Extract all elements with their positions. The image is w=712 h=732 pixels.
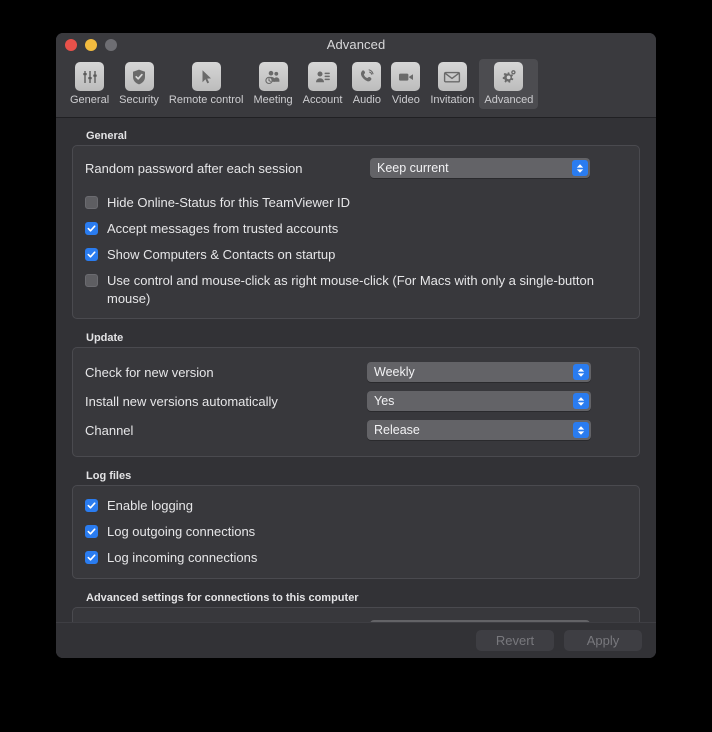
toolbar-label-general: General: [70, 94, 110, 106]
toolbar-label-invitation: Invitation: [430, 94, 475, 106]
toolbar-item-video[interactable]: Video: [386, 59, 425, 109]
row-check-new-version: Check for new version Weekly: [85, 360, 627, 384]
window-titlebar: Advanced: [56, 33, 656, 56]
phone-handset-icon: [352, 62, 382, 91]
checkbox-row-accept-messages[interactable]: Accept messages from trusted accounts: [85, 220, 627, 238]
select-check-new-version-value: Weekly: [374, 365, 415, 379]
toolbar-item-meeting[interactable]: Meeting: [248, 59, 297, 109]
label-check-new-version: Check for new version: [85, 364, 214, 380]
group-update: Update Check for new version Weekly Inst…: [72, 332, 640, 457]
contact-card-icon: [308, 62, 337, 91]
toolbar-item-security[interactable]: Security: [114, 59, 164, 109]
checkbox-label-log-incoming: Log incoming connections: [107, 550, 258, 565]
stepper-icon[interactable]: [573, 422, 589, 438]
toolbar-item-advanced[interactable]: Advanced: [479, 59, 539, 109]
checkbox-label-hide-online-status: Hide Online-Status for this TeamViewer I…: [107, 195, 351, 210]
select-random-password[interactable]: Keep current: [370, 158, 590, 178]
group-box-update: Check for new version Weekly Install new…: [72, 347, 640, 457]
checkbox-row-log-incoming[interactable]: Log incoming connections: [85, 549, 627, 567]
checkbox-label-control-mouse-click: Use control and mouse-click as right mou…: [107, 273, 594, 306]
toolbar-item-account[interactable]: Account: [298, 59, 348, 109]
toolbar-label-account: Account: [302, 94, 343, 106]
checkbox-label-log-outgoing: Log outgoing connections: [107, 524, 256, 539]
cursor-arrow-icon: [191, 62, 221, 91]
row-install-automatically: Install new versions automatically Yes: [85, 389, 627, 413]
row-channel: Channel Release: [85, 418, 627, 442]
toolbar-item-general[interactable]: General: [65, 59, 114, 109]
window-title: Advanced: [326, 37, 386, 52]
toolbar-item-remote-control[interactable]: Remote control: [164, 59, 249, 109]
video-camera-icon: [391, 62, 421, 91]
checkbox-control-mouse-click[interactable]: [85, 274, 98, 287]
preferences-toolbar: General Security Remote control Meeting …: [56, 56, 656, 118]
checkbox-row-show-computers-contacts[interactable]: Show Computers & Contacts on startup: [85, 246, 627, 264]
checkbox-row-control-mouse-click[interactable]: Use control and mouse-click as right mou…: [85, 272, 627, 308]
checkbox-log-incoming[interactable]: [85, 551, 98, 564]
checkbox-label-enable-logging: Enable logging: [107, 498, 194, 513]
row-random-password: Random password after each session Keep …: [85, 156, 627, 180]
traffic-light-group: [65, 39, 117, 51]
checkbox-accept-messages[interactable]: [85, 222, 98, 235]
select-random-password-value: Keep current: [377, 161, 449, 175]
stepper-icon[interactable]: [573, 393, 589, 409]
select-channel-value: Release: [374, 423, 420, 437]
group-label-log-files: Log files: [86, 470, 132, 482]
select-install-automatically[interactable]: Yes: [367, 391, 591, 411]
group-log-files: Log files Enable logging Log outgoing co…: [72, 470, 640, 579]
toolbar-label-video: Video: [391, 94, 420, 106]
label-random-password: Random password after each session: [85, 160, 303, 176]
select-channel[interactable]: Release: [367, 420, 591, 440]
checkbox-row-hide-online-status[interactable]: Hide Online-Status for this TeamViewer I…: [85, 194, 627, 212]
select-install-automatically-value: Yes: [374, 394, 395, 408]
label-install-automatically: Install new versions automatically: [85, 393, 278, 409]
checkbox-log-outgoing[interactable]: [85, 525, 98, 538]
group-box-log-files: Enable logging Log outgoing connections …: [72, 485, 640, 579]
checkbox-hide-online-status[interactable]: [85, 196, 98, 209]
toolbar-item-audio[interactable]: Audio: [347, 59, 386, 109]
preferences-content: General Random password after each sessi…: [56, 118, 656, 658]
footer-button-bar: Revert Apply: [56, 622, 656, 658]
group-box-general: Random password after each session Keep …: [72, 145, 640, 319]
apply-button[interactable]: Apply: [564, 630, 642, 651]
checkbox-label-show-computers-contacts: Show Computers & Contacts on startup: [107, 247, 336, 262]
shield-check-icon: [124, 62, 154, 91]
checkbox-show-computers-contacts[interactable]: [85, 248, 98, 261]
people-clock-icon: [258, 62, 288, 91]
toolbar-label-remote-control: Remote control: [168, 94, 244, 106]
stepper-icon[interactable]: [572, 160, 588, 176]
checkbox-row-log-outgoing[interactable]: Log outgoing connections: [85, 523, 627, 541]
revert-button[interactable]: Revert: [476, 630, 554, 651]
group-label-general: General: [86, 130, 127, 142]
toolbar-label-security: Security: [119, 94, 159, 106]
toolbar-label-advanced: Advanced: [484, 94, 534, 106]
close-button[interactable]: [65, 39, 77, 51]
label-channel: Channel: [85, 422, 134, 438]
toolbar-label-meeting: Meeting: [253, 94, 293, 106]
minimize-button[interactable]: [85, 39, 97, 51]
stepper-icon[interactable]: [573, 364, 589, 380]
preferences-window: Advanced General Security Remote control…: [56, 33, 656, 658]
group-general: General Random password after each sessi…: [72, 130, 640, 319]
checkbox-enable-logging[interactable]: [85, 499, 98, 512]
group-label-advanced-connections: Advanced settings for connections to thi…: [86, 592, 359, 604]
toolbar-item-invitation[interactable]: Invitation: [425, 59, 479, 109]
gears-icon: [494, 62, 524, 91]
zoom-button[interactable]: [105, 39, 117, 51]
sliders-icon: [75, 62, 105, 91]
checkbox-row-enable-logging[interactable]: Enable logging: [85, 497, 627, 515]
checkbox-label-accept-messages: Accept messages from trusted accounts: [107, 221, 339, 236]
toolbar-label-audio: Audio: [352, 94, 381, 106]
group-label-update: Update: [86, 332, 124, 344]
select-check-new-version[interactable]: Weekly: [367, 362, 591, 382]
envelope-icon: [437, 62, 467, 91]
